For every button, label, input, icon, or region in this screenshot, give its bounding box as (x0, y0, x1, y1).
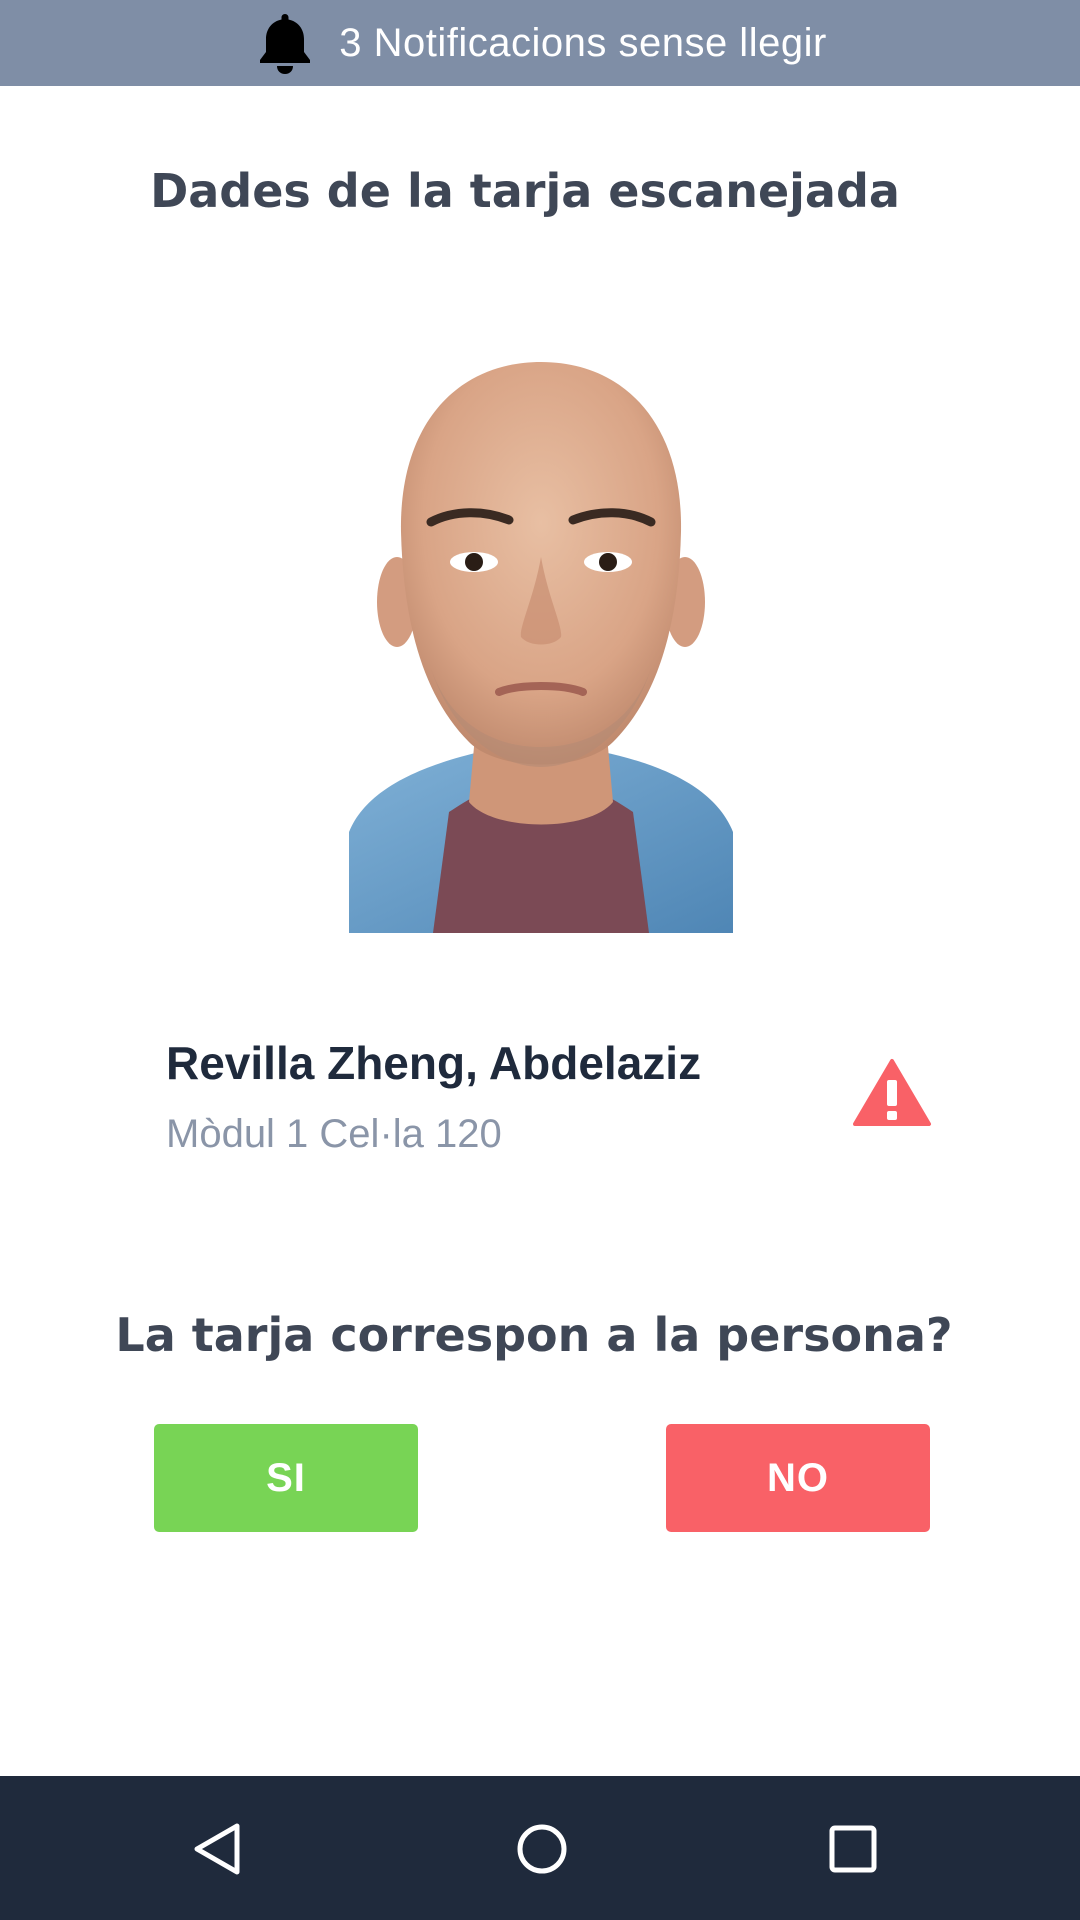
home-button[interactable] (497, 1804, 587, 1894)
person-photo (349, 362, 733, 933)
home-circle-icon (517, 1824, 567, 1874)
recent-apps-square-icon (829, 1825, 877, 1873)
notification-text: 3 Notificacions sense llegir (339, 20, 827, 65)
confirm-question: La tarja correspon a la persona? (115, 1308, 953, 1362)
bell-icon (253, 10, 317, 76)
warning-icon[interactable] (852, 1058, 932, 1128)
back-triangle-icon (194, 1823, 240, 1875)
screen-title: Dades de la tarja escanejada (150, 164, 900, 218)
person-location: Mòdul 1 Cel·la 120 (166, 1112, 502, 1156)
person-name: Revilla Zheng, Abdelaziz (166, 1037, 702, 1089)
system-nav-bar (0, 1776, 1080, 1920)
notification-banner[interactable]: 3 Notificacions sense llegir (0, 0, 1080, 86)
back-button[interactable] (172, 1804, 262, 1894)
no-button[interactable]: NO (666, 1424, 930, 1532)
recent-apps-button[interactable] (808, 1804, 898, 1894)
yes-button[interactable]: SI (154, 1424, 418, 1532)
